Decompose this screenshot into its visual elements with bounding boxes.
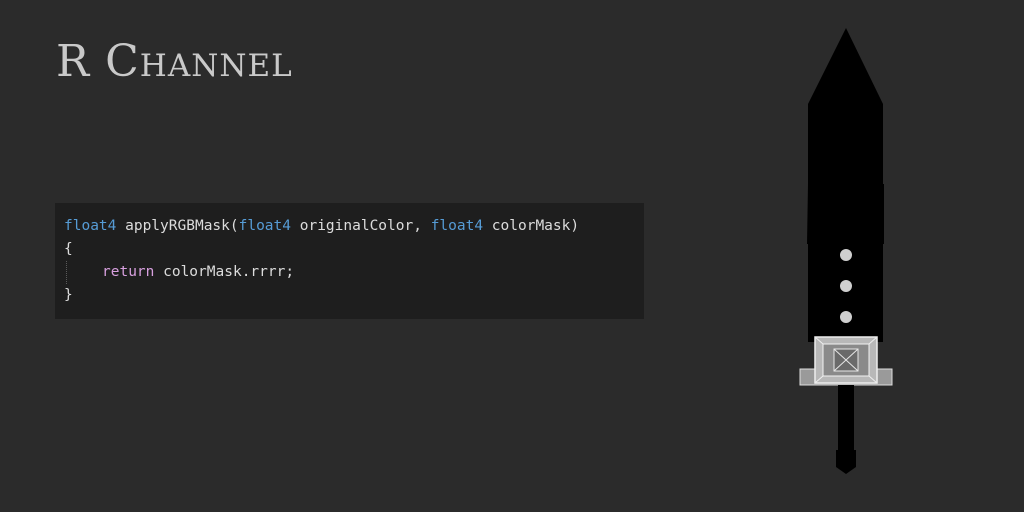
keyword-float4: float4	[64, 218, 117, 234]
page-title: R Channel	[56, 36, 293, 87]
rivet	[840, 311, 852, 323]
code-line-signature: float4 applyRGBMask(float4 originalColor…	[64, 215, 644, 238]
sword-guard	[799, 336, 893, 386]
sword-pommel	[836, 450, 856, 474]
open-brace: {	[64, 241, 73, 257]
rivet	[840, 280, 852, 292]
code-line-return: return colorMask.rrrr;	[64, 261, 644, 284]
code-line-close-brace: }	[64, 284, 644, 307]
keyword-float4: float4	[238, 218, 291, 234]
code-line-open-brace: {	[64, 238, 644, 261]
close-brace: }	[64, 287, 73, 303]
rivet	[840, 249, 852, 261]
blade-tip	[808, 28, 883, 187]
param-color-mask: colorMask)	[483, 218, 580, 234]
keyword-return: return	[102, 264, 155, 280]
keyword-float4: float4	[430, 218, 484, 234]
indent-guide	[66, 261, 67, 284]
sword-icon	[799, 28, 893, 474]
param-original-color: originalColor,	[291, 218, 431, 234]
code-snippet: float4 applyRGBMask(float4 originalColor…	[55, 203, 644, 319]
return-expression: colorMask.rrrr;	[154, 264, 295, 280]
function-name: applyRGBMask(	[116, 218, 239, 234]
